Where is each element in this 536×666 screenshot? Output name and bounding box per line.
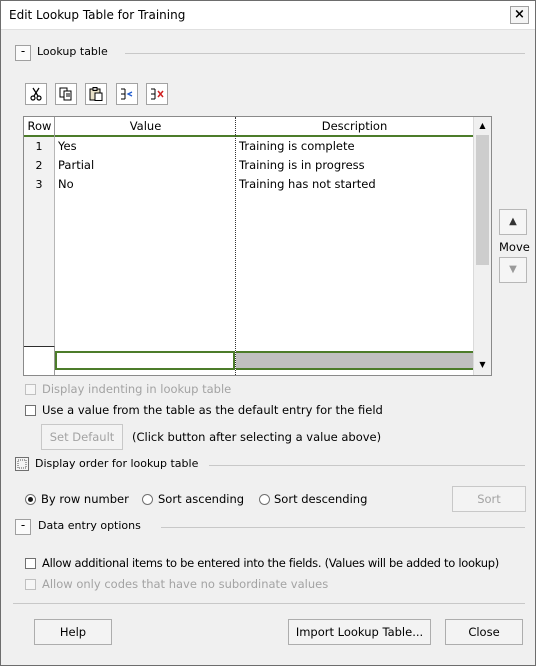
description-cell[interactable]: Training is complete (239, 137, 355, 157)
delete-row-icon (151, 88, 164, 100)
sort-ascending-radio[interactable] (142, 494, 153, 505)
move-label: Move (499, 240, 530, 254)
use-default-label: Use a value from the table as the defaul… (42, 403, 383, 417)
scroll-up-arrow-icon[interactable]: ▲ (476, 119, 489, 133)
grid-header: Row Value Description (24, 117, 473, 137)
section-divider (125, 53, 525, 54)
insert-row-button[interactable] (116, 83, 138, 105)
lookup-table-section-label: Lookup table (37, 45, 108, 58)
table-row[interactable]: 3 No Training has not started (24, 175, 473, 195)
active-value-cell[interactable] (55, 351, 235, 370)
lookup-table-grid[interactable]: Row Value Description 1 Yes Training is co… (23, 116, 492, 376)
row-number-cell[interactable] (24, 270, 55, 290)
table-row[interactable] (24, 308, 473, 328)
set-default-button[interactable]: Set Default (41, 424, 123, 450)
allow-only-codes-checkbox[interactable] (25, 579, 36, 590)
display-order-section-label: Display order for lookup table (35, 457, 199, 470)
scroll-down-arrow-icon[interactable]: ▼ (476, 358, 489, 372)
help-button[interactable]: Help (34, 619, 112, 645)
display-indenting-checkbox[interactable] (25, 384, 36, 395)
sort-button[interactable]: Sort (452, 486, 526, 512)
row-number-cell[interactable] (24, 308, 55, 328)
cut-button[interactable] (25, 83, 47, 105)
table-row[interactable]: 1 Yes Training is complete (24, 137, 473, 157)
paste-button[interactable] (85, 83, 107, 105)
table-row[interactable] (24, 327, 473, 347)
value-cell[interactable]: No (58, 175, 74, 195)
allow-only-codes-label: Allow only codes that have no subordinat… (42, 577, 329, 591)
row-number-cell[interactable]: 1 (24, 137, 55, 157)
row-number-cell[interactable]: 3 (24, 175, 55, 195)
table-row[interactable] (24, 270, 473, 290)
value-cell[interactable]: Partial (58, 156, 94, 176)
sort-descending-label: Sort descending (274, 492, 368, 506)
row-number-cell[interactable] (24, 232, 55, 252)
table-row[interactable] (24, 289, 473, 309)
delete-row-button[interactable] (146, 83, 168, 105)
sort-by-row-label: By row number (41, 492, 129, 506)
row-number-cell[interactable]: 2 (24, 156, 55, 176)
description-cell[interactable]: Training has not started (239, 175, 376, 195)
row-number-cell[interactable] (24, 213, 55, 233)
selected-description-cell[interactable] (236, 351, 473, 370)
sort-descending-radio[interactable] (259, 494, 270, 505)
close-window-button[interactable]: × (510, 6, 529, 24)
section-divider (209, 465, 525, 466)
window-title: Edit Lookup Table for Training (9, 8, 186, 22)
table-row[interactable]: 2 Partial Training is in progress (24, 156, 473, 176)
table-row[interactable] (24, 232, 473, 252)
import-lookup-table-button[interactable]: Import Lookup Table... (288, 619, 431, 645)
expand-icon (17, 459, 27, 469)
description-cell[interactable]: Training is in progress (239, 156, 365, 176)
data-entry-collapse-button[interactable]: - (15, 519, 31, 535)
display-indenting-label: Display indenting in lookup table (42, 382, 232, 396)
section-divider (161, 527, 525, 528)
insert-row-icon (121, 88, 133, 100)
set-default-hint: (Click button after selecting a value ab… (132, 430, 382, 444)
close-button[interactable]: Close (445, 619, 523, 645)
grid-vertical-scrollbar[interactable]: ▲ ▼ (473, 117, 491, 375)
title-bar: Edit Lookup Table for Training × (1, 1, 535, 30)
row-number-cell[interactable] (24, 251, 55, 271)
display-order-expand-button[interactable] (15, 457, 29, 471)
column-header-description: Description (321, 119, 388, 133)
sort-by-row-radio[interactable] (25, 494, 36, 505)
table-row[interactable] (24, 213, 473, 233)
table-row[interactable] (24, 194, 473, 214)
row-number-cell[interactable] (24, 194, 55, 214)
lookup-table-collapse-button[interactable]: - (15, 45, 31, 61)
copy-icon (59, 87, 72, 101)
row-number-cell[interactable] (24, 327, 55, 347)
row-number-cell[interactable] (24, 289, 55, 309)
move-down-button[interactable]: ▼ (499, 257, 527, 283)
column-header-value: Value (129, 119, 162, 133)
paste-icon (89, 87, 103, 101)
move-up-button[interactable]: ▲ (499, 209, 527, 235)
allow-additional-items-checkbox[interactable] (25, 558, 36, 569)
dialog-window: Edit Lookup Table for Training × - Looku… (0, 0, 536, 666)
footer-divider (13, 603, 525, 604)
scrollbar-thumb[interactable] (476, 135, 489, 265)
use-default-checkbox[interactable] (25, 405, 36, 416)
value-cell[interactable]: Yes (58, 137, 77, 157)
copy-button[interactable] (55, 83, 77, 105)
data-entry-section-label: Data entry options (38, 519, 141, 532)
sort-ascending-label: Sort ascending (158, 492, 245, 506)
column-header-row: Row (27, 119, 52, 133)
cut-icon (30, 87, 42, 101)
allow-additional-items-label: Allow additional items to be entered int… (42, 556, 499, 570)
table-row[interactable] (24, 251, 473, 271)
